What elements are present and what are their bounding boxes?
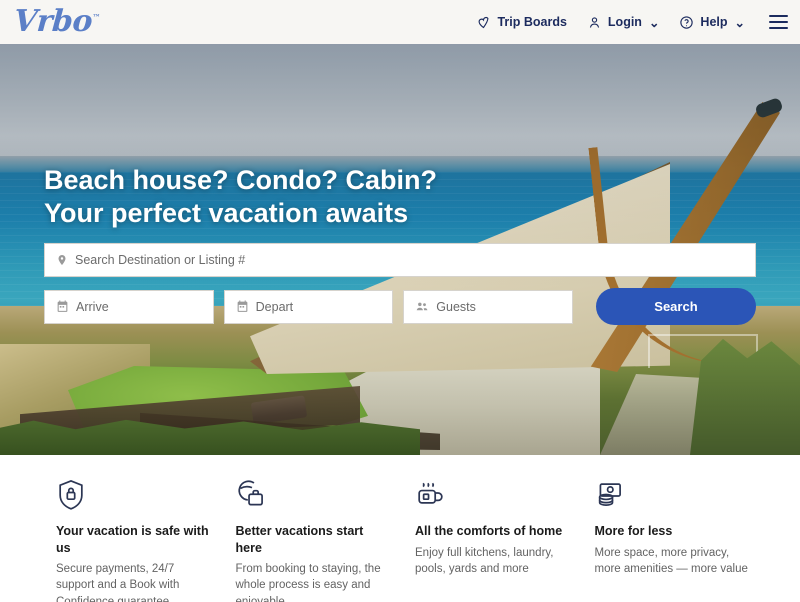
feature-body: From booking to staying, the whole proce…: [235, 563, 381, 602]
hero-banner: Beach house? Condo? Cabin? Your perfect …: [0, 44, 800, 455]
feature-card-comforts: All the comforts of home Enjoy full kitc…: [415, 479, 573, 602]
hero-headline-line2: Your perfect vacation awaits: [44, 197, 409, 228]
destination-input-placeholder: Search Destination or Listing #: [75, 253, 246, 267]
nav-help[interactable]: Help ⌄: [679, 15, 745, 30]
feature-body: More space, more privacy, more amenities…: [594, 546, 748, 575]
guests-placeholder: Guests: [436, 299, 476, 314]
heart-icon: [476, 15, 491, 30]
hamburger-menu-icon[interactable]: [765, 15, 788, 29]
depart-date-input[interactable]: Depart: [223, 289, 394, 324]
features-section: Your vacation is safe with us Secure pay…: [0, 455, 800, 602]
logo-text: Vrbo: [12, 4, 94, 39]
calendar-icon: [236, 300, 249, 313]
nav-login[interactable]: Login ⌄: [587, 15, 660, 30]
map-pin-icon: [56, 253, 68, 267]
destination-input[interactable]: Search Destination or Listing #: [44, 243, 756, 277]
feature-body: Enjoy full kitchens, laundry, pools, yar…: [415, 546, 554, 575]
feature-body: Secure payments, 24/7 support and a Book…: [56, 563, 180, 602]
globe-suitcase-icon: [236, 479, 394, 513]
calendar-icon: [56, 300, 69, 313]
feature-card-safe: Your vacation is safe with us Secure pay…: [56, 479, 214, 602]
money-coins-icon: [595, 479, 753, 513]
arrive-date-input[interactable]: Arrive: [44, 289, 214, 324]
search-row-2: Arrive Depart Guests Search: [44, 288, 757, 325]
feature-card-more-for-less: More for less More space, more privacy, …: [595, 479, 753, 602]
nav-trip-boards-label: Trip Boards: [497, 15, 567, 29]
shield-lock-icon: [56, 479, 214, 513]
arrive-date-placeholder: Arrive: [76, 299, 109, 314]
question-circle-icon: [679, 15, 694, 30]
feature-title: All the comforts of home: [415, 524, 563, 538]
vrbo-logo[interactable]: Vrbo™: [13, 4, 101, 39]
guests-input[interactable]: Guests: [403, 289, 573, 324]
hero-copy: Beach house? Condo? Cabin? Your perfect …: [44, 164, 764, 230]
coffee-mug-icon: [415, 479, 573, 513]
feature-card-better-vacations: Better vacations start here From booking…: [236, 479, 394, 602]
site-header: Vrbo™ Trip Boards Login ⌄ Help ⌄: [0, 0, 800, 44]
chevron-down-icon: ⌄: [648, 15, 660, 30]
feature-title: Better vacations start here: [235, 524, 364, 555]
search-form: Search Destination or Listing # Arrive D…: [44, 243, 757, 325]
depart-date-placeholder: Depart: [255, 299, 294, 314]
hero-headline-line1: Beach house? Condo? Cabin?: [44, 165, 438, 195]
person-icon: [587, 15, 602, 30]
nav-help-label: Help: [700, 15, 728, 29]
vrbo-homepage: Vrbo™ Trip Boards Login ⌄ Help ⌄ Beach h…: [0, 0, 800, 602]
feature-title: Your vacation is safe with us: [56, 524, 209, 555]
nav-login-label: Login: [607, 15, 642, 29]
chevron-down-icon: ⌄: [734, 15, 745, 30]
search-button[interactable]: Search: [595, 288, 757, 325]
nav-trip-boards[interactable]: Trip Boards: [476, 15, 567, 30]
logo-trademark: ™: [92, 12, 101, 22]
header-nav: Trip Boards Login ⌄ Help ⌄: [476, 0, 788, 44]
feature-title: More for less: [594, 524, 673, 538]
guests-icon: [415, 300, 429, 313]
